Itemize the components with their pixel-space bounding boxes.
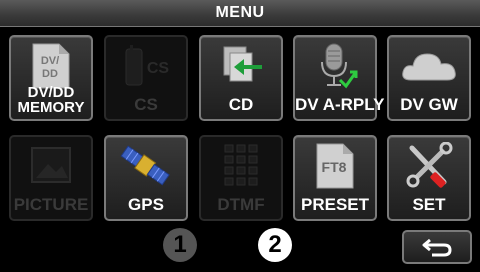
page-2-button[interactable]: 2 bbox=[258, 228, 292, 262]
menu-title: MENU bbox=[215, 4, 265, 21]
preset-document-icon: FT8 bbox=[295, 141, 375, 191]
tile-set[interactable]: SET bbox=[387, 135, 471, 221]
page-1-button[interactable]: 1 bbox=[163, 228, 197, 262]
svg-text:DV/: DV/ bbox=[41, 55, 59, 67]
tile-label: SET bbox=[412, 195, 446, 214]
tile-label: CD bbox=[228, 95, 254, 114]
call-record-icon bbox=[201, 41, 281, 91]
tile-picture: PICTURE bbox=[9, 135, 93, 221]
tile-label: DTMF bbox=[217, 195, 265, 214]
tile-label: PRESET bbox=[300, 195, 370, 214]
menu-screen: MENU DV/ DD DV/DD MEMORY CS CS CD DV A-R… bbox=[0, 0, 480, 272]
tile-preset[interactable]: FT8 PRESET bbox=[293, 135, 377, 221]
tile-dv-a-rply[interactable]: DV A-RPLY bbox=[293, 35, 385, 121]
back-button[interactable] bbox=[402, 230, 472, 264]
tile-dtmf: DTMF bbox=[199, 135, 283, 221]
tools-icon bbox=[389, 141, 469, 191]
svg-text:DD: DD bbox=[42, 68, 58, 80]
return-arrow-icon bbox=[422, 238, 452, 257]
tile-label: DV A-RPLY bbox=[295, 95, 385, 114]
satellite-icon bbox=[106, 141, 186, 191]
cloud-icon bbox=[389, 41, 469, 91]
tile-label: CS bbox=[134, 95, 158, 114]
tile-cd[interactable]: CD bbox=[199, 35, 283, 121]
svg-text:CS: CS bbox=[147, 60, 170, 77]
tile-label: PICTURE bbox=[13, 195, 89, 214]
title-bar: MENU bbox=[0, 0, 480, 27]
microphone-reply-icon bbox=[295, 41, 375, 91]
keypad-icon bbox=[201, 141, 281, 191]
tile-label: GPS bbox=[128, 195, 164, 214]
svg-text:FT8: FT8 bbox=[322, 159, 347, 175]
radio-handset-icon: CS bbox=[106, 41, 186, 91]
picture-icon bbox=[11, 141, 91, 191]
tile-gps[interactable]: GPS bbox=[104, 135, 188, 221]
tile-dv-dd-memory[interactable]: DV/ DD DV/DD MEMORY bbox=[9, 35, 93, 121]
tile-label: DV GW bbox=[400, 95, 458, 114]
menu-grid: DV/ DD DV/DD MEMORY CS CS CD DV A-RPLY D… bbox=[9, 35, 473, 221]
tile-cs: CS CS bbox=[104, 35, 188, 121]
tile-label: DV/DD MEMORY bbox=[17, 84, 85, 116]
tile-dv-gw[interactable]: DV GW bbox=[387, 35, 471, 121]
